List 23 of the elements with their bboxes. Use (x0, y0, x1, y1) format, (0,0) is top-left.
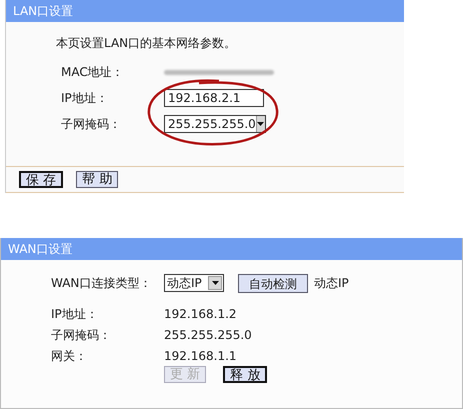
field-value: 192.168.1.2 (164, 306, 237, 322)
field-label: MAC地址： (61, 64, 125, 81)
field-label: IP地址： (61, 90, 109, 107)
detected-type: 动态IP (314, 275, 349, 292)
form-button[interactable]: 释 放 (223, 366, 268, 383)
auto-detect-button[interactable]: 自动检测 (238, 274, 308, 292)
section-title: LAN口设置 (13, 3, 74, 20)
section-title: WAN口设置 (8, 241, 72, 258)
dropdown-value: 动态IP (167, 275, 202, 292)
dropdown-value: 255.255.255.0 (168, 116, 256, 133)
field-label: 子网掩码： (51, 326, 112, 344)
field-label: IP地址： (51, 306, 99, 322)
field-label: 网关： (51, 348, 88, 364)
subnet-dropdown[interactable]: 255.255.255.0 (164, 115, 266, 133)
form-button[interactable]: 帮 助 (76, 171, 118, 188)
form-button[interactable]: 保 存 (19, 171, 64, 188)
field-label: 子网掩码： (61, 116, 122, 133)
connection-type-dropdown[interactable]: 动态IP (164, 274, 224, 292)
field-value: 255.255.255.0 (164, 326, 252, 344)
intro-text: 本页设置LAN口的基本网络参数。 (56, 35, 238, 52)
field-value: 192.168.1.1 (164, 348, 237, 364)
field-label: WAN口连接类型： (51, 275, 152, 292)
ip-input-field[interactable]: 192.168.2.1 (164, 89, 264, 107)
